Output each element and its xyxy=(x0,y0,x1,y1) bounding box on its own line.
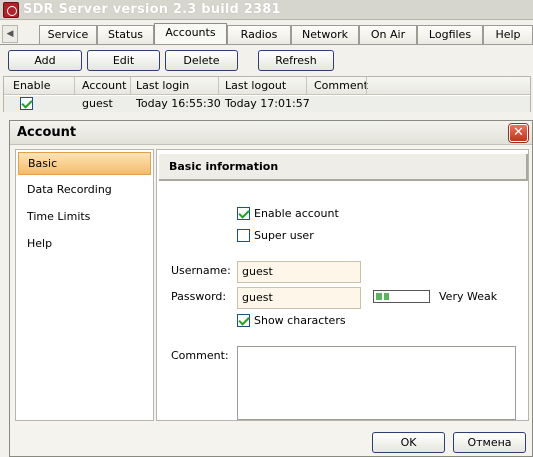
nav-item-basic[interactable]: Basic xyxy=(18,152,151,175)
nav-item-time-limits[interactable]: Time Limits xyxy=(18,206,151,229)
super-user-checkbox[interactable] xyxy=(237,229,250,242)
last-logout-cell: Today 17:01:57 xyxy=(225,97,310,110)
column-header-account[interactable]: Account xyxy=(82,79,126,92)
enable-checkbox[interactable] xyxy=(20,97,33,110)
app-window: SDR Server version 2.3 build 2381 ◀ Serv… xyxy=(0,0,533,457)
tab-logfiles[interactable]: Logfiles xyxy=(417,25,483,44)
super-user-label[interactable]: Super user xyxy=(254,229,314,242)
password-strength-meter xyxy=(373,290,430,303)
accounts-grid: Enable Account Last login Last logout Co… xyxy=(3,76,531,112)
section-title: Basic information xyxy=(169,160,279,173)
comment-field[interactable] xyxy=(237,346,516,420)
tab-scroll-left-icon[interactable]: ◀ xyxy=(2,25,18,43)
account-dialog: Account ✕ Basic Data Recording Time Limi… xyxy=(9,120,533,457)
column-header-comment[interactable]: Comment xyxy=(314,79,368,92)
dialog-content: Basic information Enable account Super u… xyxy=(156,149,529,421)
tab-bar: ◀ Service Status Accounts Radios Network… xyxy=(0,23,533,44)
password-field[interactable]: guest xyxy=(237,287,361,309)
ok-button[interactable]: OK xyxy=(372,432,445,453)
tab-on-air[interactable]: On Air xyxy=(359,25,417,44)
app-icon xyxy=(3,2,19,18)
tab-service[interactable]: Service xyxy=(39,25,97,44)
close-icon[interactable]: ✕ xyxy=(509,124,528,142)
password-label: Password: xyxy=(171,290,227,303)
enable-account-checkbox[interactable] xyxy=(237,207,250,220)
dialog-title: Account xyxy=(17,125,77,140)
window-title: SDR Server version 2.3 build 2381 xyxy=(23,2,281,17)
password-strength-fill xyxy=(376,293,389,300)
tab-network[interactable]: Network xyxy=(291,25,359,44)
tab-help[interactable]: Help xyxy=(483,25,533,44)
enable-account-label[interactable]: Enable account xyxy=(254,207,339,220)
column-header-enable[interactable]: Enable xyxy=(13,79,50,92)
table-row[interactable]: guest Today 16:55:30 Today 17:01:57 xyxy=(4,96,530,112)
grid-header: Enable Account Last login Last logout Co… xyxy=(4,77,530,95)
tab-status[interactable]: Status xyxy=(97,25,154,44)
tab-divider xyxy=(0,44,533,45)
username-field[interactable]: guest xyxy=(237,261,361,283)
last-login-cell: Today 16:55:30 xyxy=(136,97,221,110)
column-header-last-login[interactable]: Last login xyxy=(136,79,189,92)
add-button[interactable]: Add xyxy=(8,50,82,71)
nav-item-help[interactable]: Help xyxy=(18,233,151,256)
username-label: Username: xyxy=(171,264,231,277)
title-bar: SDR Server version 2.3 build 2381 xyxy=(0,0,533,20)
nav-item-data-recording[interactable]: Data Recording xyxy=(18,179,151,202)
edit-button[interactable]: Edit xyxy=(87,50,160,71)
column-header-last-logout[interactable]: Last logout xyxy=(225,79,286,92)
account-cell: guest xyxy=(82,97,113,110)
tab-accounts[interactable]: Accounts xyxy=(154,23,227,44)
comment-label: Comment: xyxy=(171,349,229,362)
tab-radios[interactable]: Radios xyxy=(227,25,291,44)
dialog-title-bar: Account ✕ xyxy=(10,121,532,145)
refresh-button[interactable]: Refresh xyxy=(258,50,334,71)
cancel-button[interactable]: Отмена xyxy=(453,432,526,453)
section-header: Basic information xyxy=(159,154,528,181)
show-characters-checkbox[interactable] xyxy=(237,314,250,327)
delete-button[interactable]: Delete xyxy=(165,50,238,71)
dialog-nav: Basic Data Recording Time Limits Help xyxy=(15,149,154,421)
show-characters-label[interactable]: Show characters xyxy=(254,314,346,327)
password-strength-label: Very Weak xyxy=(439,290,498,303)
